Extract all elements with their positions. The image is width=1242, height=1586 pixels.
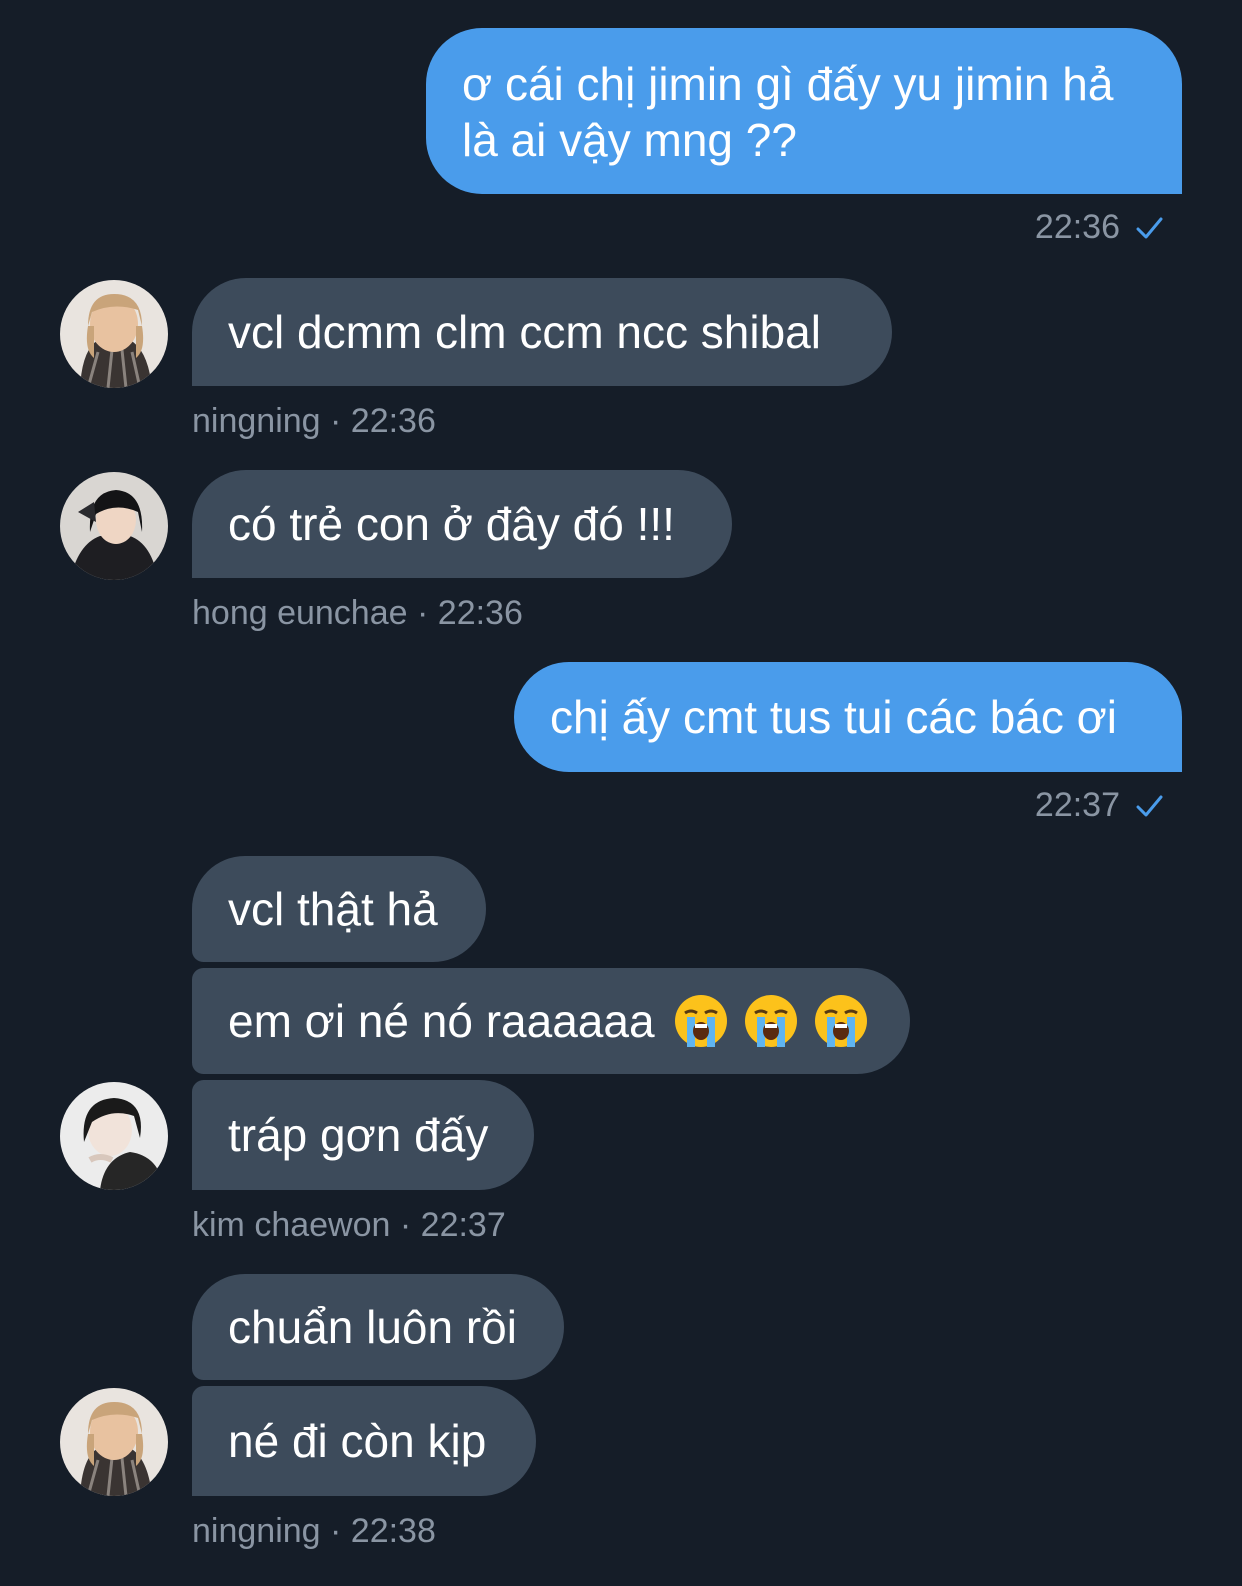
message-time: 22:36 [1034,208,1120,246]
avatar-image [60,280,168,388]
incoming-message-bubble[interactable]: có trẻ con ở đây đó !!! [192,470,732,578]
meta-separator: · [330,1512,342,1550]
checkmark-icon [1136,795,1163,816]
incoming-message-bubble[interactable]: em ơi né nó raaaaaa [192,968,910,1074]
message-text: vcl thật hả [228,883,438,935]
message-meta: ningning · 22:36 [192,402,436,441]
meta-separator: · [330,402,342,440]
message-time: 22:36 [350,402,436,440]
meta-separator: · [417,594,429,632]
meta-separator: · [399,1206,412,1244]
incoming-message-bubble[interactable]: vcl thật hả [192,856,486,962]
outgoing-message-bubble[interactable]: chị ấy cmt tus tui các bác ơi [514,662,1182,772]
avatar-image [60,1082,168,1190]
sender-name[interactable]: ningning [192,402,321,440]
message-meta: 22:37 [1035,786,1164,825]
message-text: vcl dcmm clm ccm ncc shibal [228,306,821,358]
message-time: 22:37 [1034,786,1120,824]
message-text: có trẻ con ở đây đó !!! [228,498,675,550]
incoming-message-bubble[interactable]: né đi còn kịp [192,1386,536,1496]
avatar-kim-chaewon[interactable] [60,1082,168,1190]
message-meta: ningning · 22:38 [192,1512,436,1551]
outgoing-message-bubble[interactable]: ơ cái chị jimin gì đấy yu jimin hả là ai… [426,28,1182,194]
avatar-ningning[interactable] [60,1388,168,1496]
incoming-message-bubble[interactable]: vcl dcmm clm ccm ncc shibal [192,278,892,386]
avatar-image [60,472,168,580]
incoming-message-bubble[interactable]: chuẩn luôn rồi [192,1274,564,1380]
message-text-line: ơ cái chị jimin gì đấy yu jimin hả [462,58,1114,110]
message-text: tráp gơn đấy [228,1109,489,1161]
avatar-ningning[interactable] [60,280,168,388]
message-text: chị ấy cmt tus tui các bác ơi [550,691,1118,743]
message-meta: kim chaewon · 22:37 [192,1206,506,1245]
message-time: 22:36 [437,594,523,632]
avatar-hong-eunchae[interactable] [60,472,168,580]
message-time: 22:38 [350,1512,436,1550]
message-text: chuẩn luôn rồi [228,1301,517,1353]
incoming-message-bubble[interactable]: tráp gơn đấy [192,1080,534,1190]
sender-name[interactable]: ningning [192,1512,321,1550]
message-text-line: là ai vậy mng ?? [462,114,797,166]
sender-name[interactable]: kim chaewon [192,1206,390,1244]
sender-name[interactable]: hong eunchae [192,594,408,632]
avatar-image [60,1388,168,1496]
message-meta: hong eunchae · 22:36 [192,594,523,633]
message-text: em ơi né nó raaaaaa [228,995,655,1047]
loudly-crying-face-icon [814,995,867,1047]
loudly-crying-face-icon [744,995,797,1047]
message-text: né đi còn kịp [228,1415,487,1467]
message-meta: 22:36 [1035,208,1164,247]
checkmark-icon [1136,217,1163,238]
message-time: 22:37 [420,1206,506,1244]
loudly-crying-face-icon [674,995,727,1047]
